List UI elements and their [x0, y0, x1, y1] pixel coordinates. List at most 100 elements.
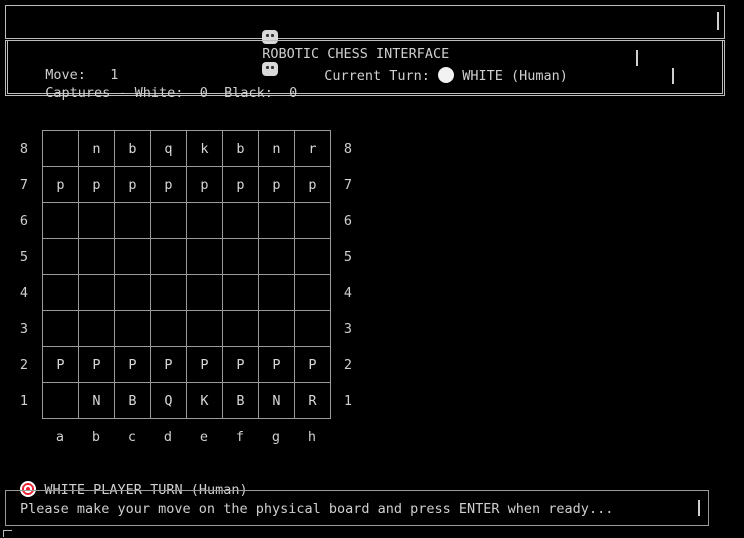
- captures-black: 0: [289, 85, 298, 101]
- square-a1: [43, 383, 79, 419]
- file-label: c: [127, 429, 137, 445]
- square-f6: [223, 203, 259, 239]
- captures: Captures - White: 0 Black: 0: [29, 69, 297, 101]
- square-c4: [115, 275, 151, 311]
- square-c6: [115, 203, 151, 239]
- status-bar-1: [636, 50, 638, 66]
- rank-label-left: 2: [19, 357, 29, 373]
- square-g4: [259, 275, 295, 311]
- square-e5: [187, 239, 223, 275]
- square-g3: [259, 311, 295, 347]
- header-right-bar: [717, 12, 719, 30]
- chess-board: nbqkbnrppppppppPPPPPPPPNBQKBNR: [42, 130, 331, 419]
- square-f2: P: [223, 347, 259, 383]
- square-f5: [223, 239, 259, 275]
- square-g1: N: [259, 383, 295, 419]
- status-top-line: [5, 40, 725, 41]
- rank-label-right: 7: [343, 177, 353, 193]
- square-e6: [187, 203, 223, 239]
- captures-label: Captures - White:: [45, 85, 184, 101]
- prompt-cursor: [698, 500, 700, 516]
- captures-white: 0: [199, 85, 208, 101]
- rank-label-left: 6: [19, 213, 29, 229]
- file-label: f: [235, 429, 245, 445]
- square-d1: Q: [151, 383, 187, 419]
- square-f7: p: [223, 167, 259, 203]
- square-a4: [43, 275, 79, 311]
- square-c8: b: [115, 131, 151, 167]
- square-g2: P: [259, 347, 295, 383]
- square-d4: [151, 275, 187, 311]
- square-d3: [151, 311, 187, 347]
- square-b2: P: [79, 347, 115, 383]
- square-h2: P: [295, 347, 331, 383]
- current-turn: Current Turn: WHITE (Human): [308, 51, 568, 84]
- rank-label-right: 2: [343, 357, 353, 373]
- square-f4: [223, 275, 259, 311]
- file-label: g: [271, 429, 281, 445]
- file-label: b: [91, 429, 101, 445]
- square-g7: p: [259, 167, 295, 203]
- square-h3: [295, 311, 331, 347]
- prompt-text: Please make your move on the physical bo…: [20, 501, 614, 517]
- rank-label-right: 4: [343, 285, 353, 301]
- rank-label-right: 3: [343, 321, 353, 337]
- square-c2: P: [115, 347, 151, 383]
- square-h8: r: [295, 131, 331, 167]
- rank-label-left: 5: [19, 249, 29, 265]
- file-label: e: [199, 429, 209, 445]
- square-h7: p: [295, 167, 331, 203]
- rank-label-left: 8: [19, 141, 29, 157]
- status-bar-2: [672, 68, 674, 84]
- square-d7: p: [151, 167, 187, 203]
- square-a7: p: [43, 167, 79, 203]
- turn-label: Current Turn:: [324, 68, 430, 84]
- square-e3: [187, 311, 223, 347]
- file-label: h: [307, 429, 317, 445]
- square-d8: q: [151, 131, 187, 167]
- rank-label-left: 3: [19, 321, 29, 337]
- square-e4: [187, 275, 223, 311]
- square-h1: R: [295, 383, 331, 419]
- captures-black-label: Black:: [224, 85, 273, 101]
- square-f3: [223, 311, 259, 347]
- square-b7: p: [79, 167, 115, 203]
- rank-label-right: 8: [343, 141, 353, 157]
- square-a5: [43, 239, 79, 275]
- square-c7: p: [115, 167, 151, 203]
- square-d5: [151, 239, 187, 275]
- square-c5: [115, 239, 151, 275]
- file-label: a: [55, 429, 65, 445]
- bottom-corner: [3, 530, 12, 537]
- square-e7: p: [187, 167, 223, 203]
- rank-label-right: 6: [343, 213, 353, 229]
- white-circle-icon: [438, 67, 455, 83]
- square-e1: K: [187, 383, 223, 419]
- square-b6: [79, 203, 115, 239]
- square-g6: [259, 203, 295, 239]
- rank-label-left: 4: [19, 285, 29, 301]
- square-a3: [43, 311, 79, 347]
- square-h5: [295, 239, 331, 275]
- square-a2: P: [43, 347, 79, 383]
- square-b8: n: [79, 131, 115, 167]
- rank-label-right: 1: [343, 393, 353, 409]
- rank-label-right: 5: [343, 249, 353, 265]
- square-a6: [43, 203, 79, 239]
- square-a8: [43, 131, 79, 167]
- square-c1: B: [115, 383, 151, 419]
- square-g8: n: [259, 131, 295, 167]
- square-b5: [79, 239, 115, 275]
- square-h6: [295, 203, 331, 239]
- square-d6: [151, 203, 187, 239]
- square-g5: [259, 239, 295, 275]
- square-b3: [79, 311, 115, 347]
- square-e2: P: [187, 347, 223, 383]
- square-f8: b: [223, 131, 259, 167]
- square-h4: [295, 275, 331, 311]
- rank-label-left: 7: [19, 177, 29, 193]
- file-label: d: [163, 429, 173, 445]
- rank-label-left: 1: [19, 393, 29, 409]
- square-b1: N: [79, 383, 115, 419]
- square-f1: B: [223, 383, 259, 419]
